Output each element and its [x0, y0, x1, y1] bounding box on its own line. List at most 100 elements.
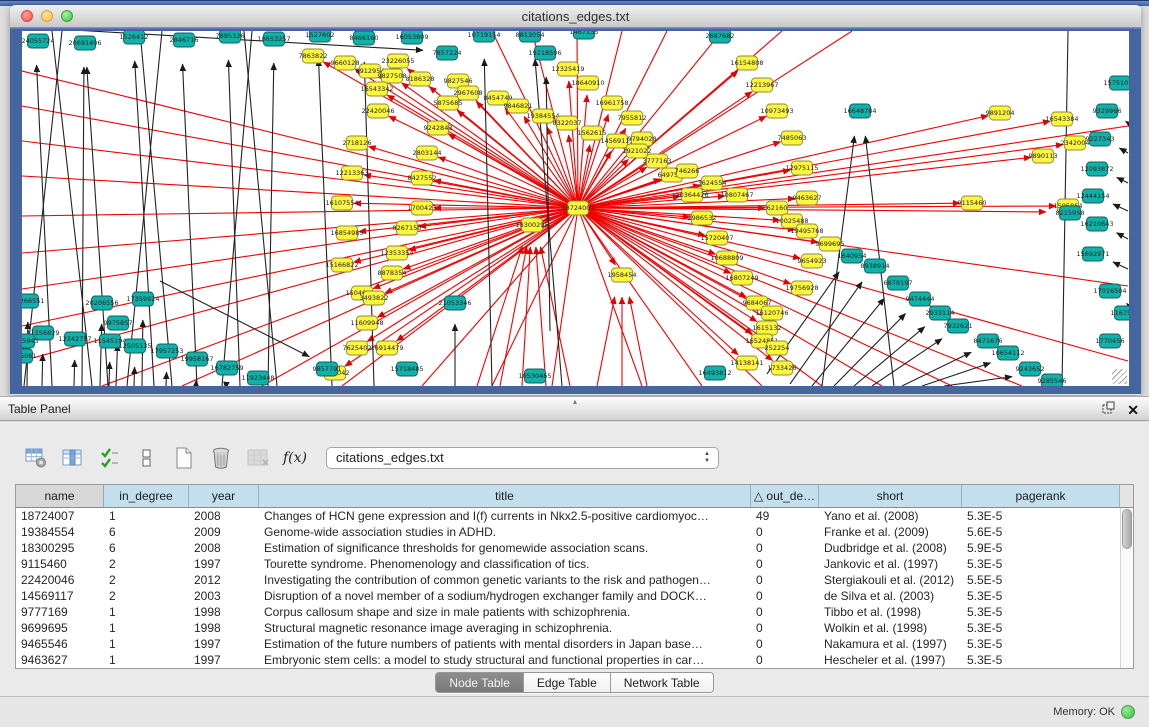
- graph-edge[interactable]: [134, 367, 135, 386]
- graph-edge[interactable]: [42, 354, 43, 386]
- graph-node-label: 18300295: [515, 221, 548, 229]
- table-row[interactable]: 969969511998Structural magnetic resonanc…: [16, 620, 1133, 636]
- canvas-resize-grip[interactable]: [1112, 369, 1127, 384]
- table-cell: 9115460: [16, 556, 104, 572]
- graph-edge[interactable]: [1127, 303, 1128, 305]
- table-row[interactable]: 1938455462009Genome-wide association stu…: [16, 524, 1133, 540]
- graph-node-label: 16854985: [330, 229, 363, 237]
- graph-node-label: 12975115: [785, 164, 818, 172]
- graph-node-label: 19495768: [790, 227, 823, 235]
- table-cell: 1997: [189, 636, 259, 652]
- table-row[interactable]: 911546021997Tourette syndrome. Phenomeno…: [16, 556, 1133, 572]
- table-row[interactable]: 1830029562008Estimation of significance …: [16, 540, 1133, 556]
- table-cell: 0: [751, 604, 819, 620]
- window-titlebar[interactable]: citations_edges.txt: [10, 5, 1141, 28]
- tab-edge-table[interactable]: Edge Table: [524, 673, 611, 692]
- graph-node-label: 2846716: [170, 36, 199, 44]
- table-row[interactable]: 2242004622012Investigating the contribut…: [16, 572, 1133, 588]
- select-all-rows-button[interactable]: [96, 444, 124, 472]
- graph-edge[interactable]: [397, 208, 578, 341]
- graph-edge[interactable]: [222, 31, 252, 386]
- graph-edge[interactable]: [244, 31, 277, 386]
- graph-edge[interactable]: [578, 208, 1128, 361]
- graph-edge[interactable]: [1126, 121, 1128, 123]
- graph-node-label: 7857224: [433, 49, 462, 57]
- table-cell: 1998: [189, 620, 259, 636]
- table-cell: 2: [104, 556, 189, 572]
- graph-edge[interactable]: [1117, 233, 1128, 239]
- graph-edge[interactable]: [484, 59, 492, 386]
- memory-status-indicator[interactable]: [1121, 705, 1135, 719]
- network-table-selector[interactable]: citations_edges.txt ▲▼: [326, 447, 719, 469]
- graph-node-label: 15692971: [1076, 250, 1109, 258]
- graph-edge[interactable]: [166, 372, 167, 386]
- show-columns-button[interactable]: [59, 444, 87, 472]
- graph-edge[interactable]: [109, 362, 110, 386]
- graph-edge[interactable]: [854, 327, 925, 386]
- graph-edge[interactable]: [629, 297, 647, 386]
- graph-edge[interactable]: [1119, 148, 1128, 153]
- splitter-handle[interactable]: ▴: [573, 397, 577, 406]
- tab-network-table[interactable]: Network Table: [611, 673, 713, 692]
- table-row[interactable]: 1872400712008Changes of HCN gene express…: [16, 508, 1133, 524]
- combo-stepper-icon: ▲▼: [704, 451, 710, 465]
- graph-edge[interactable]: [160, 281, 309, 357]
- scrollbar-thumb[interactable]: [1122, 509, 1132, 549]
- table-cell: 9777169: [16, 604, 104, 620]
- graph-node-label: 8813054: [516, 31, 545, 39]
- delete-column-button[interactable]: [207, 444, 235, 472]
- graph-edge[interactable]: [262, 208, 578, 386]
- column-header-in_degree[interactable]: in_degree: [104, 485, 189, 507]
- graph-edge[interactable]: [389, 116, 578, 208]
- table-mode-button[interactable]: [22, 444, 50, 472]
- graph-node-label: 16107554: [325, 199, 358, 207]
- graph-node-label: 9890113: [1029, 152, 1058, 160]
- column-header-pagerank[interactable]: pagerank: [962, 485, 1120, 507]
- graph-edge[interactable]: [318, 59, 332, 386]
- deselect-all-rows-button[interactable]: [133, 444, 161, 472]
- table-cell: Disruption of a novel member of a sodium…: [259, 588, 751, 604]
- graph-edge[interactable]: [812, 298, 884, 386]
- graph-edge[interactable]: [944, 377, 1012, 386]
- create-column-button[interactable]: [170, 444, 198, 472]
- graph-edge[interactable]: [22, 208, 578, 289]
- graph-node-label: 1167533: [1111, 309, 1129, 317]
- graph-edge[interactable]: [74, 360, 75, 386]
- function-builder-icon[interactable]: f(x): [281, 444, 309, 472]
- table-cell: 0: [751, 556, 819, 572]
- graph-edge[interactable]: [1113, 262, 1128, 269]
- table-cell: 18724007: [16, 508, 104, 524]
- table-cell: 5.3E-5: [962, 620, 1120, 636]
- column-header-year[interactable]: year: [189, 485, 259, 507]
- graph-edge[interactable]: [22, 141, 578, 208]
- graph-edge[interactable]: [448, 134, 578, 208]
- graph-node-label: 12213967: [745, 81, 778, 89]
- graph-edge[interactable]: [100, 324, 102, 386]
- graph-edge[interactable]: [1113, 204, 1128, 211]
- graph-edge[interactable]: [1117, 177, 1128, 183]
- table-row[interactable]: 1456911722003Disruption of a novel membe…: [16, 588, 1133, 604]
- tab-node-table[interactable]: Node Table: [436, 673, 524, 692]
- table-cell: 0: [751, 524, 819, 540]
- table-row[interactable]: 946554611997Estimation of the future num…: [16, 636, 1133, 652]
- vertical-scrollbar[interactable]: [1120, 508, 1133, 668]
- close-panel-icon[interactable]: ✕: [1127, 403, 1139, 417]
- graph-node-label: 21053346: [438, 299, 471, 307]
- table-cell: 2008: [189, 540, 259, 556]
- float-panel-icon[interactable]: [1102, 401, 1115, 419]
- graph-edge[interactable]: [578, 208, 642, 386]
- table-row[interactable]: 977716911998Corpus callosum shape and si…: [16, 604, 1133, 620]
- graph-node-label: 9463627: [793, 194, 822, 202]
- graph-node-label: 3493822: [360, 294, 389, 302]
- table-row[interactable]: 946362711997Embryonic stem cells: a mode…: [16, 652, 1133, 668]
- network-canvas[interactable]: 1872400778638229660128891295423226055982…: [22, 31, 1129, 386]
- graph-edge[interactable]: [597, 297, 615, 386]
- column-header-short[interactable]: short: [819, 485, 962, 507]
- graph-edge[interactable]: [922, 363, 991, 386]
- column-header-title[interactable]: title: [259, 485, 751, 507]
- graph-edge[interactable]: [135, 61, 154, 386]
- table-cell: 9463627: [16, 652, 104, 668]
- column-header-out_de[interactable]: △ out_de…: [751, 485, 819, 507]
- column-header-name[interactable]: name: [16, 485, 104, 507]
- graph-edge[interactable]: [578, 116, 988, 208]
